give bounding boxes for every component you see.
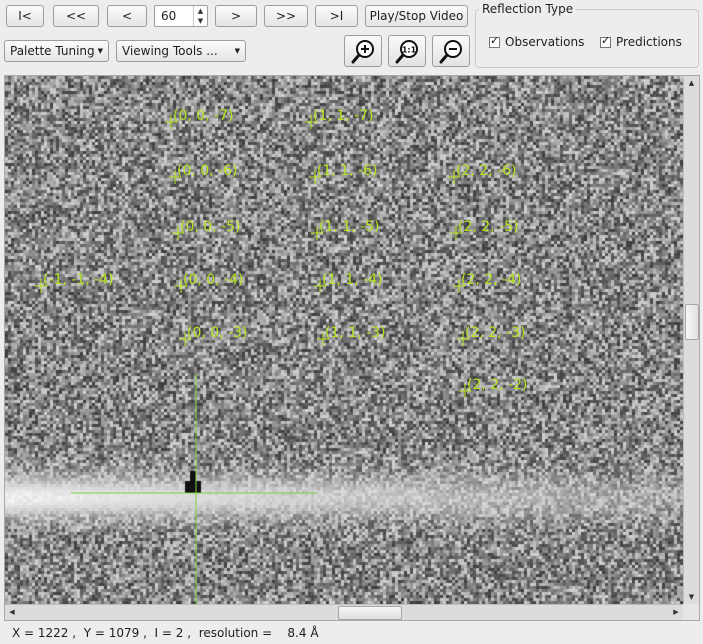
reflection-label: (0, 0, -3) — [187, 325, 248, 341]
scroll-down-icon[interactable]: ▼ — [684, 590, 699, 604]
reflection-marker: (0, 0, -6) — [169, 163, 238, 184]
first-frame-button[interactable]: I< — [6, 5, 44, 27]
resolution-unit: Å — [310, 626, 319, 640]
reflection-marker: (2, 2, -3) — [457, 325, 526, 346]
forward-many-button[interactable]: >> — [264, 5, 308, 27]
reflection-marker: (-1, -1, -4) — [35, 272, 114, 293]
reflection-marker: (2, 2, -2) — [459, 377, 528, 398]
frame-spinbox[interactable]: 60 ▲ ▼ — [154, 5, 208, 27]
spin-arrows[interactable]: ▲ ▼ — [193, 6, 207, 26]
reflection-label: (0, 0, -4) — [183, 272, 244, 288]
reflection-marker: (0, 0, -5) — [172, 219, 241, 240]
spin-down-icon[interactable]: ▼ — [194, 16, 207, 26]
dropdown-arrow-icon: ▼ — [234, 47, 240, 55]
predictions-label: Predictions — [616, 35, 682, 49]
resolution-value: 8.4 — [287, 626, 307, 640]
scroll-left-icon[interactable]: ◀ — [5, 605, 19, 620]
reflection-label: (2, 2, -3) — [465, 325, 526, 341]
vertical-scrollbar[interactable]: ▲ ▼ — [683, 76, 699, 604]
diffraction-image-viewer[interactable]: (0, 0, -7) (1, 1, -7) (0, 0, -6) (1, 1, -6)… — [4, 75, 700, 621]
zoom-reset-label: 1:1 — [402, 46, 417, 55]
reflection-marker: (1, 1, -3) — [317, 325, 386, 346]
checkbox-checked-icon[interactable] — [489, 34, 500, 48]
reflection-label: (1, 1, -4) — [322, 272, 383, 288]
checkbox-checked-icon[interactable] — [600, 34, 611, 48]
play-stop-video-button[interactable]: Play/Stop Video — [365, 5, 468, 27]
palette-tuning-label: Palette Tuning — [10, 44, 95, 58]
frame-value: 60 — [161, 9, 177, 23]
x-value: 1222 — [37, 626, 69, 640]
reflection-label: (0, 0, -7) — [173, 108, 234, 124]
viewing-tools-menu[interactable]: Viewing Tools ... ▼ — [116, 40, 246, 62]
zoom-reset-button[interactable]: 1:1 — [388, 35, 426, 67]
reflection-marker: (1, 1, -4) — [314, 272, 383, 293]
reflection-label: (2, 2, -2) — [467, 377, 528, 393]
reflection-marker: (2, 2, -6) — [448, 163, 517, 184]
reflection-label: (1, 1, -6) — [317, 163, 378, 179]
reflection-label: (2, 2, -4) — [461, 272, 522, 288]
reflection-type-title: Reflection Type — [482, 2, 574, 16]
y-label: Y = — [83, 626, 109, 640]
y-value: 1079 — [108, 626, 140, 640]
reflection-label: (1, 1, -3) — [325, 325, 386, 341]
scroll-up-icon[interactable]: ▲ — [684, 76, 699, 90]
back-button[interactable]: < — [107, 5, 147, 27]
viewing-tools-label: Viewing Tools ... — [122, 44, 218, 58]
reflection-marker: (2, 2, -5) — [450, 219, 519, 240]
reflection-label: (2, 2, -5) — [458, 219, 519, 235]
reflection-label: (2, 2, -6) — [456, 163, 517, 179]
resolution-label: resolution = — [198, 626, 276, 640]
reflection-label: (1, 1, -7) — [313, 108, 374, 124]
predictions-checkbox[interactable]: Predictions — [600, 34, 682, 49]
scroll-corner — [683, 604, 699, 620]
dropdown-arrow-icon: ▼ — [97, 47, 103, 55]
zoom-in-button[interactable] — [344, 35, 382, 67]
reflection-marker: (0, 0, -3) — [179, 325, 248, 346]
scroll-right-icon[interactable]: ▶ — [669, 605, 683, 620]
zoom-reset-icon: 1:1 — [395, 40, 418, 64]
reflection-label: (-1, -1, -4) — [43, 272, 114, 288]
reflection-label: (0, 0, -5) — [180, 219, 241, 235]
reflection-marker: (0, 0, -4) — [175, 272, 244, 293]
vertical-scroll-thumb[interactable] — [685, 304, 699, 340]
reflection-label: (1, 1, -5) — [319, 219, 380, 235]
reflection-label: (0, 0, -6) — [177, 163, 238, 179]
zoom-out-button[interactable] — [432, 35, 470, 67]
reflection-marker: (0, 0, -7) — [165, 108, 234, 129]
status-bar: X = 1222 , Y = 1079 , I = 2 , resolution… — [12, 626, 319, 640]
zoom-in-icon — [351, 40, 374, 64]
beam-center-crosshair — [71, 374, 317, 604]
observations-checkbox[interactable]: Observations — [489, 34, 585, 49]
spin-up-icon[interactable]: ▲ — [194, 6, 207, 16]
reflection-marker: (1, 1, -6) — [309, 163, 378, 184]
horizontal-scrollbar[interactable]: ◀ ▶ — [5, 604, 683, 620]
intensity-label: I = — [154, 626, 176, 640]
reflection-overlay: (0, 0, -7) (1, 1, -7) (0, 0, -6) (1, 1, -6)… — [35, 108, 528, 604]
reflection-marker: (2, 2, -4) — [453, 272, 522, 293]
last-frame-button[interactable]: >I — [315, 5, 358, 27]
zoom-out-icon — [439, 40, 462, 64]
reflection-marker: (1, 1, -7) — [305, 108, 374, 129]
x-label: X = — [12, 626, 38, 640]
observations-label: Observations — [505, 35, 585, 49]
palette-tuning-menu[interactable]: Palette Tuning ▼ — [4, 40, 109, 62]
back-many-button[interactable]: << — [53, 5, 99, 27]
horizontal-scroll-thumb[interactable] — [338, 606, 402, 620]
forward-button[interactable]: > — [215, 5, 257, 27]
reflection-marker: (1, 1, -5) — [311, 219, 380, 240]
